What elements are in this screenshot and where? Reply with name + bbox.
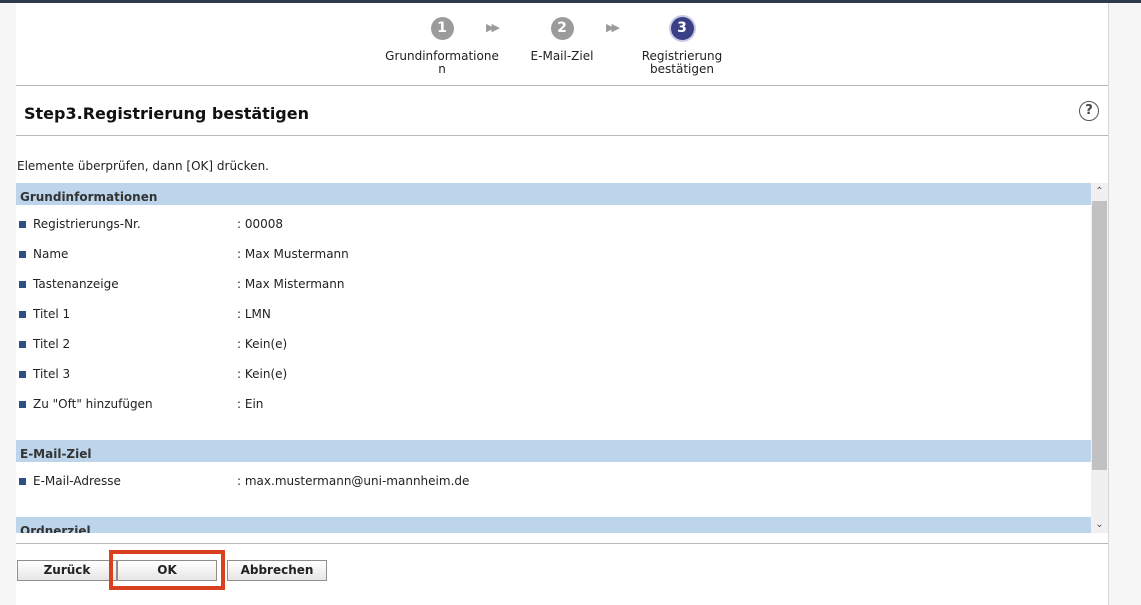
bullet-icon xyxy=(19,311,26,318)
row-value: : max.mustermann@uni-mannheim.de xyxy=(237,474,470,488)
help-icon[interactable]: ? xyxy=(1079,101,1099,121)
back-button[interactable]: Zurück xyxy=(17,560,117,581)
summary-panel[interactable]: Grundinformationen Registrierungs-Nr. : … xyxy=(16,183,1108,533)
bullet-icon xyxy=(19,221,26,228)
summary-row: Titel 1 : LMN xyxy=(16,303,1091,323)
section-header-ordnerziel: Ordnerziel xyxy=(16,517,1091,533)
row-value: : LMN xyxy=(237,307,271,321)
row-value: : Max Mustermann xyxy=(237,247,349,261)
step-1-label: Grundinformationen xyxy=(385,49,499,76)
scroll-down-icon[interactable]: ⌄ xyxy=(1091,516,1108,533)
section-header-grundinformationen: Grundinformationen xyxy=(16,183,1091,205)
scroll-up-icon[interactable]: ⌃ xyxy=(1091,183,1108,200)
row-label: Titel 1 xyxy=(33,307,71,321)
summary-row: E-Mail-Adresse : max.mustermann@uni-mann… xyxy=(16,470,1091,490)
step-3: 3 Registrierung bestätigen xyxy=(622,17,742,76)
divider xyxy=(16,85,1108,86)
summary-row: Tastenanzeige : Max Mistermann xyxy=(16,273,1091,293)
row-label: Zu "Oft" hinzufügen xyxy=(33,397,153,411)
summary-row: Titel 3 : Kein(e) xyxy=(16,363,1091,383)
step-2-number: 2 xyxy=(550,17,574,40)
bullet-icon xyxy=(19,341,26,348)
step-2: 2 E-Mail-Ziel xyxy=(502,17,622,63)
step-3-number: 3 xyxy=(670,17,694,40)
scrollbar-thumb[interactable] xyxy=(1092,201,1107,470)
bullet-icon xyxy=(19,371,26,378)
summary-row: Zu "Oft" hinzufügen : Ein xyxy=(16,393,1091,413)
row-label: Titel 3 xyxy=(33,367,71,381)
page-title: Step3.Registrierung bestätigen xyxy=(24,104,309,123)
step-indicator: 1 Grundinformationen ▶▶ 2 E-Mail-Ziel ▶▶… xyxy=(16,3,1108,85)
step-arrow-icon: ▶▶ xyxy=(606,21,620,34)
bullet-icon xyxy=(19,478,26,485)
row-label: Name xyxy=(33,247,69,261)
left-margin xyxy=(0,3,16,605)
bullet-icon xyxy=(19,251,26,258)
step-1: 1 Grundinformationen xyxy=(382,17,502,76)
row-value: : 00008 xyxy=(237,217,284,231)
bullet-icon xyxy=(19,281,26,288)
right-margin xyxy=(1108,3,1141,605)
row-value: : Ein xyxy=(237,397,264,411)
summary-row: Titel 2 : Kein(e) xyxy=(16,333,1091,353)
row-label: Registrierungs-Nr. xyxy=(33,217,141,231)
divider xyxy=(16,543,1108,544)
instruction-text: Elemente überprüfen, dann [OK] drücken. xyxy=(17,159,269,173)
section-header-email-ziel: E-Mail-Ziel xyxy=(16,440,1091,462)
row-value: : Max Mistermann xyxy=(237,277,345,291)
step-arrow-icon: ▶▶ xyxy=(486,21,500,34)
step-2-label: E-Mail-Ziel xyxy=(530,49,594,63)
row-label: Titel 2 xyxy=(33,337,71,351)
row-label: E-Mail-Adresse xyxy=(33,474,121,488)
step-3-label: Registrierung bestätigen xyxy=(641,49,723,76)
row-value: : Kein(e) xyxy=(237,337,288,351)
summary-row: Name : Max Mustermann xyxy=(16,243,1091,263)
row-value: : Kein(e) xyxy=(237,367,288,381)
bullet-icon xyxy=(19,401,26,408)
vertical-scrollbar[interactable]: ⌃ ⌄ xyxy=(1091,183,1108,533)
row-label: Tastenanzeige xyxy=(33,277,119,291)
cancel-button[interactable]: Abbrechen xyxy=(227,560,327,581)
step-1-number: 1 xyxy=(430,17,454,40)
summary-row: Registrierungs-Nr. : 00008 xyxy=(16,213,1091,233)
divider xyxy=(16,135,1108,136)
ok-button-highlight xyxy=(109,550,225,590)
